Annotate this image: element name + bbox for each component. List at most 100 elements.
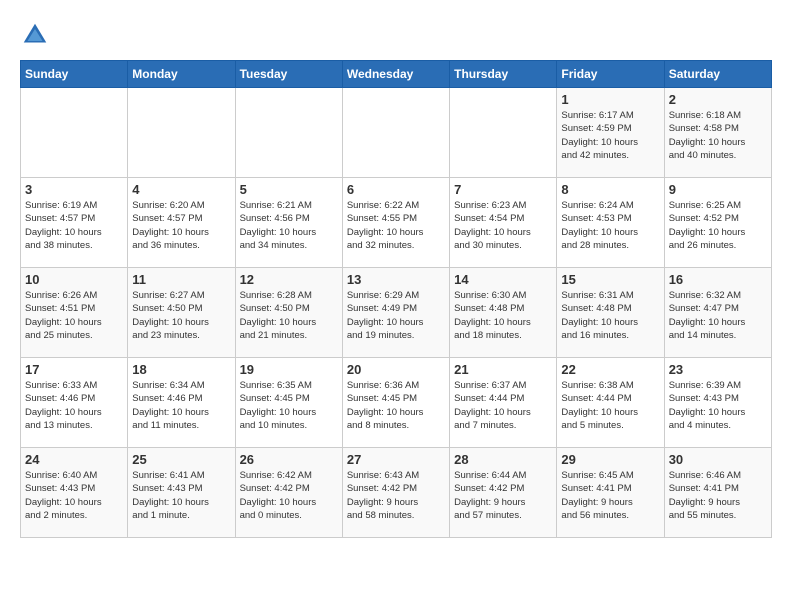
day-number: 9	[669, 182, 767, 197]
calendar-cell: 7Sunrise: 6:23 AM Sunset: 4:54 PM Daylig…	[450, 178, 557, 268]
header-day-friday: Friday	[557, 61, 664, 88]
calendar-cell: 17 Sunrise: 6:33 AM Sunset: 4:46 PM Dayli…	[21, 358, 128, 448]
header-day-monday: Monday	[128, 61, 235, 88]
calendar-cell: 11 Sunrise: 6:27 AM Sunset: 4:50 PM Dayli…	[128, 268, 235, 358]
calendar-cell: 19 Sunrise: 6:35 AM Sunset: 4:45 PM Dayli…	[235, 358, 342, 448]
calendar-cell: 21Sunrise: 6:37 AM Sunset: 4:44 PM Dayli…	[450, 358, 557, 448]
day-number: 8	[561, 182, 659, 197]
calendar-cell: 10Sunrise: 6:26 AM Sunset: 4:51 PM Dayli…	[21, 268, 128, 358]
header-day-sunday: Sunday	[21, 61, 128, 88]
day-info: Sunrise: 6:46 AM Sunset: 4:41 PM Dayligh…	[669, 469, 767, 522]
day-number: 30	[669, 452, 767, 467]
header-day-saturday: Saturday	[664, 61, 771, 88]
calendar-cell	[235, 88, 342, 178]
day-info: Sunrise: 6:17 AM Sunset: 4:59 PM Dayligh…	[561, 109, 659, 162]
calendar-cell	[450, 88, 557, 178]
day-number: 17	[25, 362, 123, 377]
day-info: Sunrise: 6:35 AM Sunset: 4:45 PM Dayligh…	[240, 379, 338, 432]
week-row-5: 24Sunrise: 6:40 AM Sunset: 4:43 PM Dayli…	[21, 448, 772, 538]
day-info: Sunrise: 6:28 AM Sunset: 4:50 PM Dayligh…	[240, 289, 338, 342]
day-number: 26	[240, 452, 338, 467]
calendar-cell: 1 Sunrise: 6:17 AM Sunset: 4:59 PM Daylig…	[557, 88, 664, 178]
calendar-cell: 12 Sunrise: 6:28 AM Sunset: 4:50 PM Dayli…	[235, 268, 342, 358]
day-info: Sunrise: 6:39 AM Sunset: 4:43 PM Dayligh…	[669, 379, 767, 432]
day-number: 16	[669, 272, 767, 287]
calendar-header: SundayMondayTuesdayWednesdayThursdayFrid…	[21, 61, 772, 88]
calendar-cell: 30 Sunrise: 6:46 AM Sunset: 4:41 PM Dayli…	[664, 448, 771, 538]
week-row-4: 17 Sunrise: 6:33 AM Sunset: 4:46 PM Dayli…	[21, 358, 772, 448]
day-number: 1	[561, 92, 659, 107]
week-row-3: 10Sunrise: 6:26 AM Sunset: 4:51 PM Dayli…	[21, 268, 772, 358]
day-number: 2	[669, 92, 767, 107]
day-number: 21	[454, 362, 552, 377]
week-row-1: 1 Sunrise: 6:17 AM Sunset: 4:59 PM Daylig…	[21, 88, 772, 178]
logo	[20, 20, 54, 50]
day-info: Sunrise: 6:44 AM Sunset: 4:42 PM Dayligh…	[454, 469, 552, 522]
day-info: Sunrise: 6:41 AM Sunset: 4:43 PM Dayligh…	[132, 469, 230, 522]
day-number: 4	[132, 182, 230, 197]
calendar-cell: 26 Sunrise: 6:42 AM Sunset: 4:42 PM Dayli…	[235, 448, 342, 538]
day-number: 12	[240, 272, 338, 287]
day-number: 19	[240, 362, 338, 377]
week-row-2: 3 Sunrise: 6:19 AM Sunset: 4:57 PM Daylig…	[21, 178, 772, 268]
day-info: Sunrise: 6:40 AM Sunset: 4:43 PM Dayligh…	[25, 469, 123, 522]
calendar-cell: 23 Sunrise: 6:39 AM Sunset: 4:43 PM Dayli…	[664, 358, 771, 448]
calendar-cell: 8 Sunrise: 6:24 AM Sunset: 4:53 PM Daylig…	[557, 178, 664, 268]
day-info: Sunrise: 6:32 AM Sunset: 4:47 PM Dayligh…	[669, 289, 767, 342]
day-number: 14	[454, 272, 552, 287]
day-info: Sunrise: 6:36 AM Sunset: 4:45 PM Dayligh…	[347, 379, 445, 432]
day-number: 20	[347, 362, 445, 377]
calendar-cell: 25 Sunrise: 6:41 AM Sunset: 4:43 PM Dayli…	[128, 448, 235, 538]
calendar-table: SundayMondayTuesdayWednesdayThursdayFrid…	[20, 60, 772, 538]
day-number: 11	[132, 272, 230, 287]
day-info: Sunrise: 6:43 AM Sunset: 4:42 PM Dayligh…	[347, 469, 445, 522]
day-number: 13	[347, 272, 445, 287]
day-info: Sunrise: 6:19 AM Sunset: 4:57 PM Dayligh…	[25, 199, 123, 252]
calendar-cell: 6Sunrise: 6:22 AM Sunset: 4:55 PM Daylig…	[342, 178, 449, 268]
calendar-cell: 5Sunrise: 6:21 AM Sunset: 4:56 PM Daylig…	[235, 178, 342, 268]
day-info: Sunrise: 6:21 AM Sunset: 4:56 PM Dayligh…	[240, 199, 338, 252]
calendar-cell: 29Sunrise: 6:45 AM Sunset: 4:41 PM Dayli…	[557, 448, 664, 538]
day-info: Sunrise: 6:24 AM Sunset: 4:53 PM Dayligh…	[561, 199, 659, 252]
day-info: Sunrise: 6:25 AM Sunset: 4:52 PM Dayligh…	[669, 199, 767, 252]
day-number: 15	[561, 272, 659, 287]
calendar-cell: 22 Sunrise: 6:38 AM Sunset: 4:44 PM Dayli…	[557, 358, 664, 448]
calendar-cell: 14 Sunrise: 6:30 AM Sunset: 4:48 PM Dayli…	[450, 268, 557, 358]
page-header	[20, 20, 772, 50]
day-info: Sunrise: 6:33 AM Sunset: 4:46 PM Dayligh…	[25, 379, 123, 432]
calendar-cell: 9 Sunrise: 6:25 AM Sunset: 4:52 PM Daylig…	[664, 178, 771, 268]
day-number: 18	[132, 362, 230, 377]
calendar-cell: 2 Sunrise: 6:18 AM Sunset: 4:58 PM Daylig…	[664, 88, 771, 178]
header-day-thursday: Thursday	[450, 61, 557, 88]
calendar-cell: 27 Sunrise: 6:43 AM Sunset: 4:42 PM Dayli…	[342, 448, 449, 538]
calendar-cell: 18 Sunrise: 6:34 AM Sunset: 4:46 PM Dayli…	[128, 358, 235, 448]
day-info: Sunrise: 6:20 AM Sunset: 4:57 PM Dayligh…	[132, 199, 230, 252]
calendar-cell: 24Sunrise: 6:40 AM Sunset: 4:43 PM Dayli…	[21, 448, 128, 538]
day-number: 22	[561, 362, 659, 377]
calendar-cell: 3 Sunrise: 6:19 AM Sunset: 4:57 PM Daylig…	[21, 178, 128, 268]
day-info: Sunrise: 6:23 AM Sunset: 4:54 PM Dayligh…	[454, 199, 552, 252]
day-info: Sunrise: 6:42 AM Sunset: 4:42 PM Dayligh…	[240, 469, 338, 522]
day-info: Sunrise: 6:34 AM Sunset: 4:46 PM Dayligh…	[132, 379, 230, 432]
day-number: 3	[25, 182, 123, 197]
day-info: Sunrise: 6:30 AM Sunset: 4:48 PM Dayligh…	[454, 289, 552, 342]
day-number: 27	[347, 452, 445, 467]
day-number: 23	[669, 362, 767, 377]
calendar-cell	[342, 88, 449, 178]
day-number: 28	[454, 452, 552, 467]
calendar-cell: 13Sunrise: 6:29 AM Sunset: 4:49 PM Dayli…	[342, 268, 449, 358]
day-info: Sunrise: 6:38 AM Sunset: 4:44 PM Dayligh…	[561, 379, 659, 432]
logo-icon	[20, 20, 50, 50]
calendar-cell: 16 Sunrise: 6:32 AM Sunset: 4:47 PM Dayli…	[664, 268, 771, 358]
calendar-cell: 28 Sunrise: 6:44 AM Sunset: 4:42 PM Dayli…	[450, 448, 557, 538]
header-row: SundayMondayTuesdayWednesdayThursdayFrid…	[21, 61, 772, 88]
day-number: 25	[132, 452, 230, 467]
day-info: Sunrise: 6:26 AM Sunset: 4:51 PM Dayligh…	[25, 289, 123, 342]
day-info: Sunrise: 6:18 AM Sunset: 4:58 PM Dayligh…	[669, 109, 767, 162]
header-day-tuesday: Tuesday	[235, 61, 342, 88]
day-info: Sunrise: 6:31 AM Sunset: 4:48 PM Dayligh…	[561, 289, 659, 342]
day-info: Sunrise: 6:27 AM Sunset: 4:50 PM Dayligh…	[132, 289, 230, 342]
calendar-body: 1 Sunrise: 6:17 AM Sunset: 4:59 PM Daylig…	[21, 88, 772, 538]
calendar-cell	[128, 88, 235, 178]
day-number: 29	[561, 452, 659, 467]
